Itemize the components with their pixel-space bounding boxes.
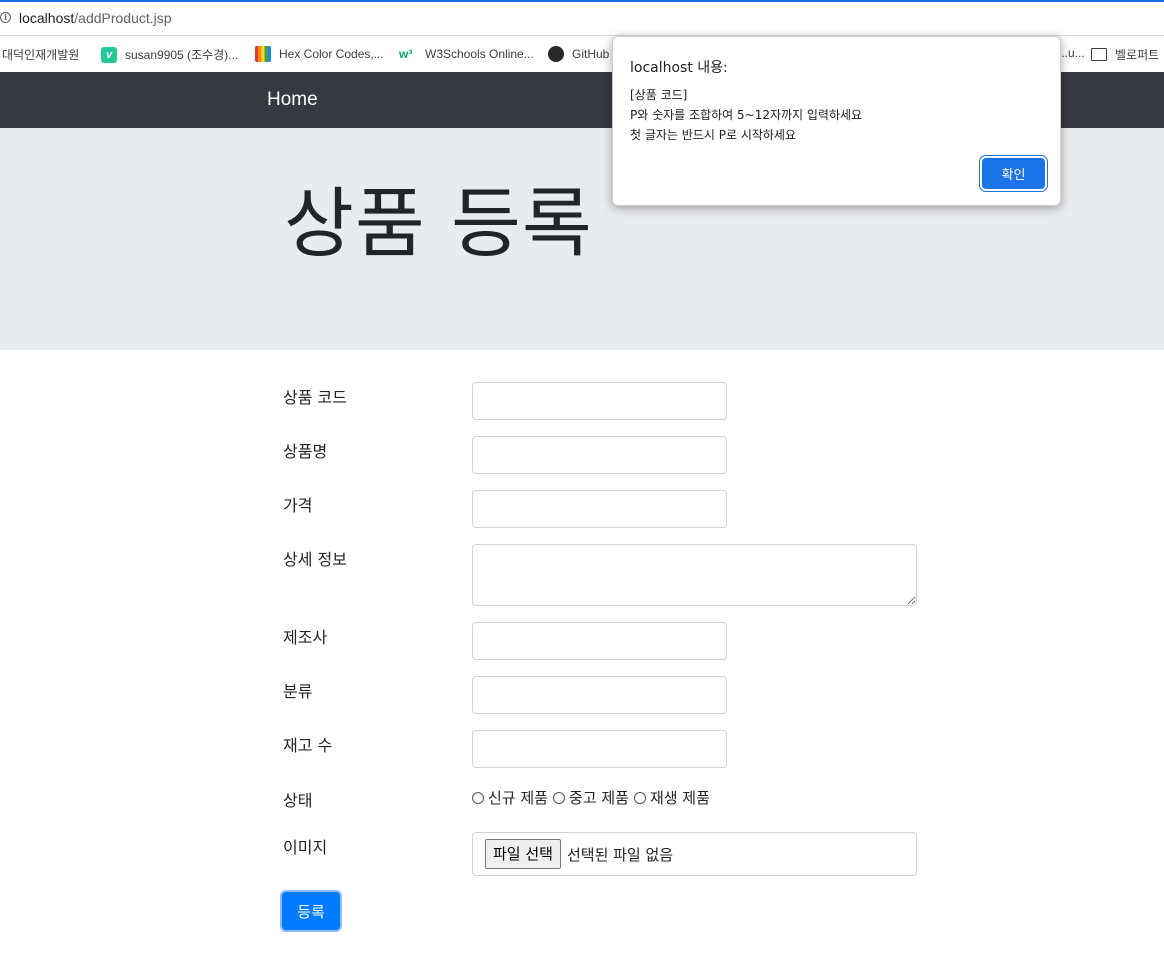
- condition-new-option[interactable]: 신규 제품: [472, 787, 548, 808]
- condition-new-label: 신규 제품: [488, 789, 548, 807]
- alert-message-line: [상품 코드]: [630, 88, 688, 102]
- url-host: localhost: [19, 10, 75, 26]
- product-name-input[interactable]: [472, 436, 727, 474]
- manufacturer-label: 제조사: [283, 628, 328, 647]
- page-title: 상품 등록: [284, 179, 593, 268]
- bookmark-velog[interactable]: v susan9905 (조수경)...: [101, 46, 238, 63]
- product-code-input[interactable]: [472, 382, 727, 420]
- alert-message: [상품 코드] P와 숫자를 조합하여 5~12자까지 입력하세요 첫 글자는 …: [630, 85, 862, 145]
- submit-button[interactable]: 등록: [282, 892, 340, 930]
- radio-used[interactable]: [552, 791, 565, 804]
- stock-input[interactable]: [472, 730, 727, 768]
- book-icon: [1091, 48, 1107, 61]
- bookmark-daedeok[interactable]: 대덕인재개발원: [2, 46, 79, 63]
- manufacturer-input[interactable]: [472, 622, 727, 660]
- w3schools-icon: w³: [399, 47, 413, 61]
- condition-used-option[interactable]: 중고 제품: [552, 787, 629, 808]
- bookmark-hex-colors[interactable]: Hex Color Codes,...: [255, 46, 384, 62]
- address-bar[interactable]: i localhost/addProduct.jsp: [0, 0, 1164, 36]
- description-label: 상세 정보: [283, 550, 347, 569]
- bookmark-label: 벨로퍼트: [1115, 48, 1160, 62]
- condition-refurbished-label: 재생 제품: [649, 789, 710, 807]
- radio-refurbished[interactable]: [633, 791, 646, 804]
- condition-used-label: 중고 제품: [568, 789, 629, 807]
- alert-message-line: 첫 글자는 반드시 P로 시작하세요: [630, 128, 797, 142]
- bookmark-label: susan9905 (조수경)...: [125, 48, 239, 62]
- price-input[interactable]: [472, 490, 727, 528]
- product-code-label: 상품 코드: [283, 388, 347, 407]
- bookmark-label: Hex Color Codes,...: [279, 47, 384, 61]
- color-palette-icon: [255, 46, 271, 62]
- bookmark-github[interactable]: GitHub: [548, 46, 609, 62]
- bookmark-velopert[interactable]: 벨로퍼트: [1091, 46, 1159, 63]
- bookmark-label: 대덕인재개발원: [2, 48, 80, 62]
- condition-label: 상태: [283, 791, 313, 810]
- price-label: 가격: [283, 496, 313, 515]
- bookmark-label: W3Schools Online...: [425, 47, 534, 61]
- description-textarea[interactable]: [472, 544, 917, 606]
- bookmark-w3schools[interactable]: w³ W3Schools Online...: [399, 46, 534, 62]
- home-link[interactable]: Home: [267, 89, 318, 111]
- category-label: 분류: [283, 682, 313, 701]
- file-status-text: 선택된 파일 없음: [566, 845, 674, 864]
- velog-icon: v: [101, 46, 117, 63]
- choose-file-button[interactable]: 파일 선택: [485, 839, 561, 869]
- stock-label: 재고 수: [283, 736, 333, 755]
- alert-message-line: P와 숫자를 조합하여 5~12자까지 입력하세요: [630, 108, 863, 122]
- radio-new[interactable]: [472, 791, 484, 804]
- github-icon: [548, 46, 564, 62]
- product-name-label: 상품명: [283, 442, 328, 461]
- alert-dialog: localhost 내용: [상품 코드] P와 숫자를 조합하여 5~12자까…: [612, 36, 1061, 206]
- category-input[interactable]: [472, 676, 727, 714]
- condition-radio-group: 신규 제품 중고 제품 재생 제품: [472, 787, 715, 808]
- image-label: 이미지: [283, 838, 328, 857]
- url-path: /addProduct.jsp: [74, 10, 172, 26]
- bookmark-truncated[interactable]: ...u...: [1058, 46, 1085, 60]
- condition-refurbished-option[interactable]: 재생 제품: [633, 787, 710, 808]
- url-text[interactable]: localhost/addProduct.jsp: [19, 10, 172, 26]
- bookmark-label: ...u...: [1058, 46, 1085, 60]
- alert-ok-button[interactable]: 확인: [982, 158, 1045, 189]
- info-icon[interactable]: i: [0, 12, 11, 23]
- bookmark-label: GitHub: [572, 47, 610, 61]
- alert-title: localhost 내용:: [630, 60, 728, 76]
- image-file-input[interactable]: 파일 선택 선택된 파일 없음: [472, 832, 917, 876]
